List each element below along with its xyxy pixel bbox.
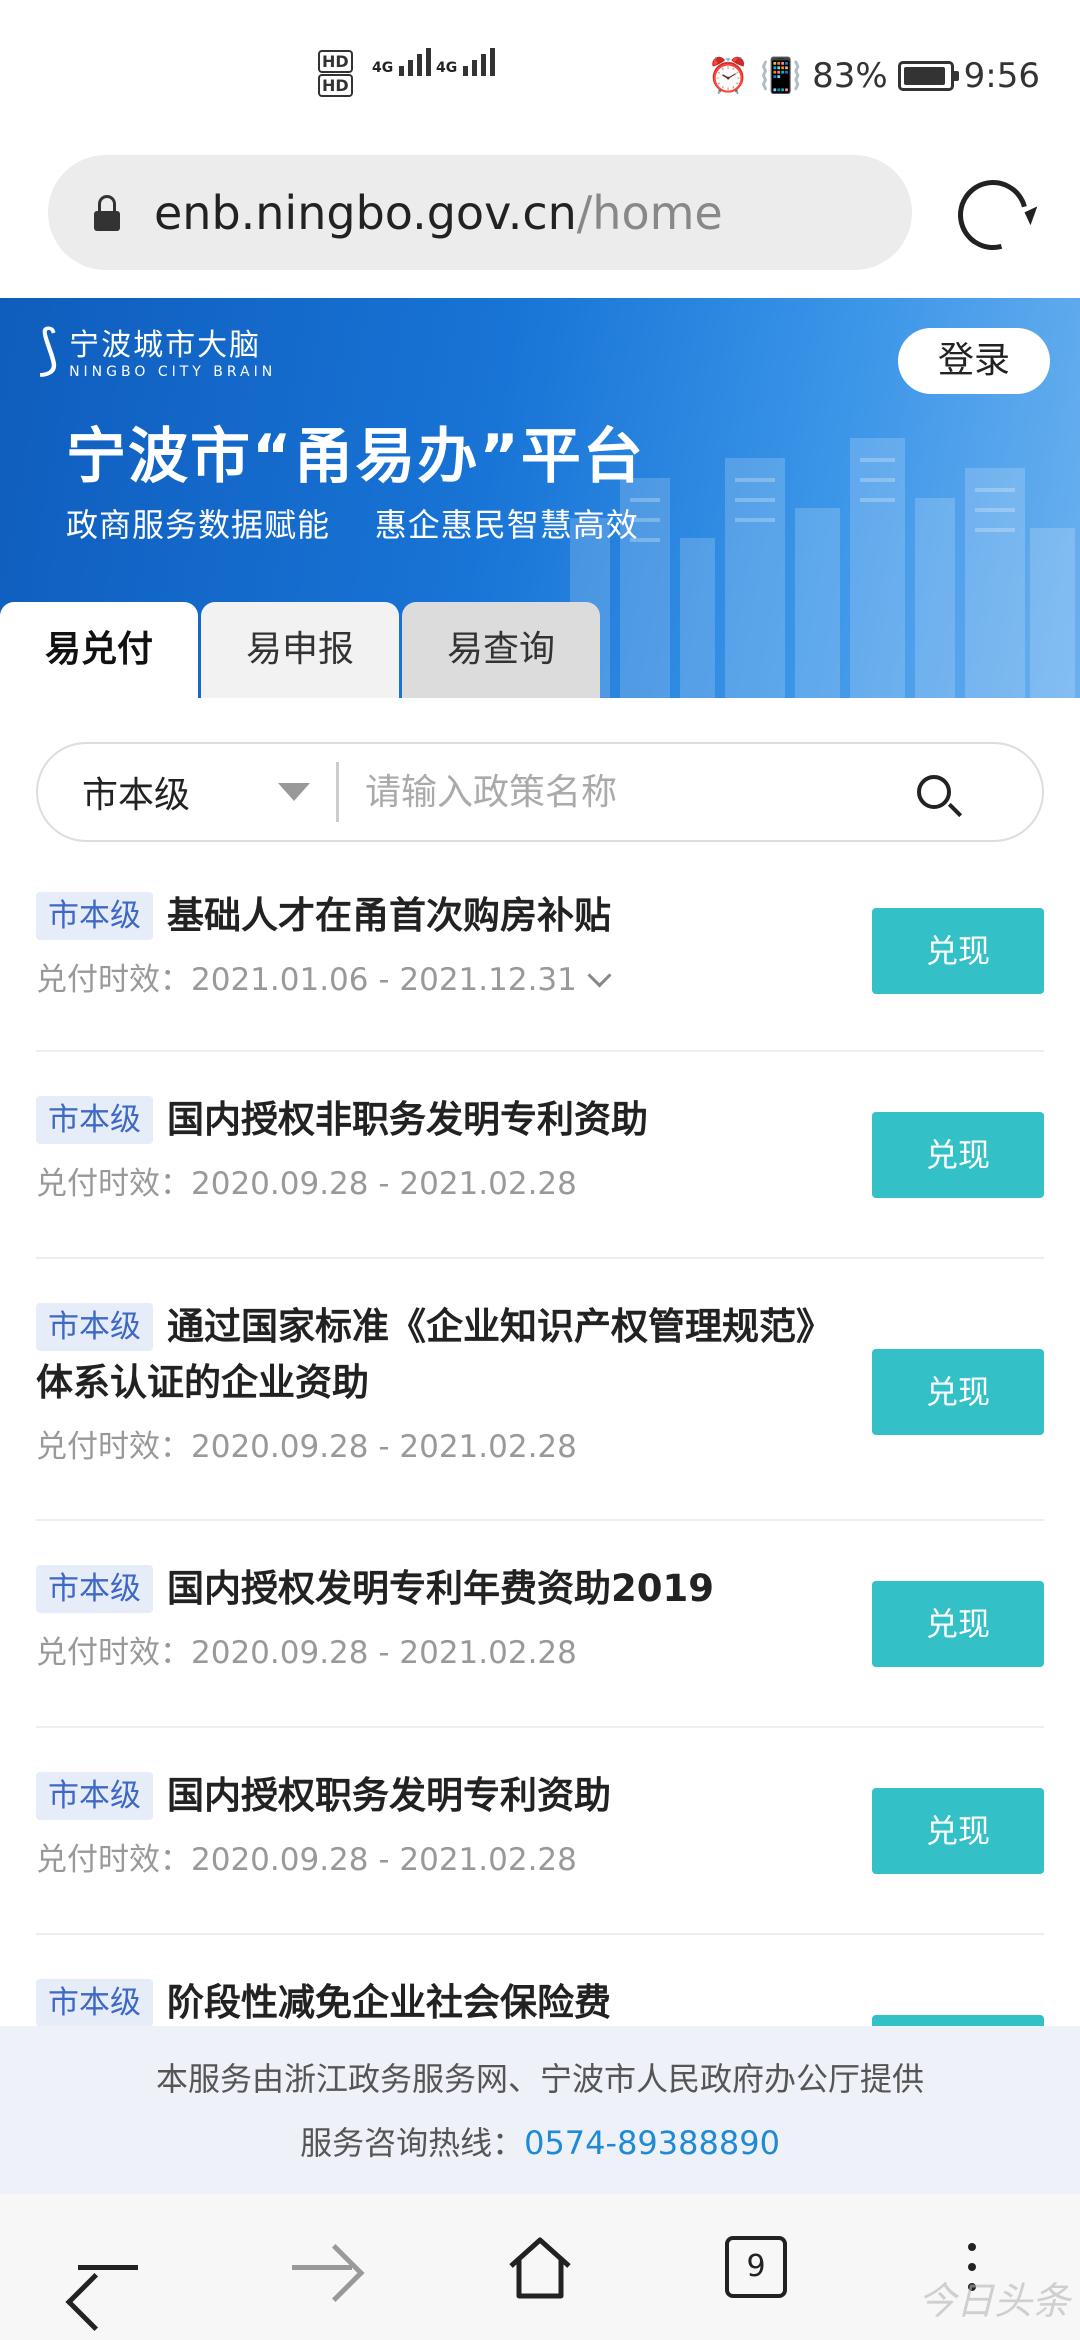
vibrate-icon: 📳 (759, 56, 803, 96)
battery-percent: 83% (812, 56, 888, 96)
list-item[interactable]: 市本级 国内授权非职务发明专利资助 兑付时效：2020.09.28 - 2021.… (36, 1052, 1044, 1259)
arrow-right-icon (292, 2264, 352, 2270)
list-item[interactable]: 市本级 通过国家标准《企业知识产权管理规范》体系认证的企业资助 兑付时效：2020… (36, 1259, 1044, 1521)
level-tag: 市本级 (36, 1565, 153, 1613)
list-item[interactable]: 市本级 国内授权发明专利年费资助2019 兑付时效：2020.09.28 - 20… (36, 1521, 1044, 1728)
search-input[interactable] (363, 770, 907, 814)
city-brain-logo-icon: ⟆ (38, 318, 60, 381)
search-icon[interactable] (917, 775, 951, 809)
arrow-left-icon (78, 2264, 138, 2270)
level-tag: 市本级 (36, 1772, 153, 1820)
login-button[interactable]: 登录 (898, 328, 1050, 394)
tabs-button[interactable]: 9 (696, 2194, 816, 2340)
redeem-button[interactable]: 兑现 (872, 1112, 1044, 1198)
clock: 9:56 (963, 56, 1040, 96)
level-tag: 市本级 (36, 892, 153, 940)
page-title: 宁波市“甬易办”平台 (66, 422, 645, 492)
divider (336, 762, 339, 822)
service-footer: 本服务由浙江政务服务网、宁波市人民政府办公厅提供 服务咨询热线：0574-893… (0, 2026, 1080, 2194)
status-bar: HD HD 4G 4G ⏰ 📳 83% 9:56 (0, 0, 1080, 150)
level-tag: 市本级 (36, 1979, 153, 2027)
signal-icon-2: 4G (436, 48, 496, 76)
signal-icon-1: 4G (372, 48, 432, 76)
redeem-button[interactable]: 兑现 (872, 908, 1044, 994)
address-bar[interactable]: enb.ningbo.gov.cn/home (48, 155, 912, 270)
policy-list: 市本级 基础人才在甬首次购房补贴 兑付时效：2021.01.06 - 2021.1… (36, 860, 1044, 2101)
tab-yishenbao[interactable]: 易申报 (201, 602, 399, 698)
page-subtitle: 政商服务数据赋能 惠企惠民智慧高效 (66, 506, 639, 544)
policy-title[interactable]: 国内授权非职务发明专利资助 (167, 1098, 648, 1141)
watermark: 今日头条 (917, 2279, 1070, 2323)
home-icon (509, 2237, 571, 2299)
policy-title[interactable]: 基础人才在甬首次购房补贴 (167, 894, 611, 937)
level-select[interactable]: 市本级 (82, 766, 282, 818)
tab-yichaxun[interactable]: 易查询 (402, 602, 600, 698)
redeem-button[interactable]: 兑现 (872, 1581, 1044, 1667)
redeem-button[interactable]: 兑现 (872, 1349, 1044, 1435)
battery-icon (897, 61, 959, 91)
list-item[interactable]: 市本级 基础人才在甬首次购房补贴 兑付时效：2021.01.06 - 2021.1… (36, 860, 1044, 1052)
list-item[interactable]: 市本级 国内授权职务发明专利资助 兑付时效：2020.09.28 - 2021.0… (36, 1728, 1044, 1935)
footer-provider-text: 本服务由浙江政务服务网、宁波市人民政府办公厅提供 (155, 2060, 924, 2098)
url-text[interactable]: enb.ningbo.gov.cn/home (154, 186, 723, 240)
level-tag: 市本级 (36, 1096, 153, 1144)
footer-hotline: 服务咨询热线：0574-89388890 (300, 2124, 780, 2162)
alarm-icon: ⏰ (707, 56, 750, 96)
back-button[interactable] (48, 2194, 168, 2340)
redeem-button[interactable]: 兑现 (872, 1788, 1044, 1874)
reload-icon[interactable] (945, 167, 1041, 263)
policy-title[interactable]: 通过国家标准《企业知识产权管理规范》体系认证的企业资助 (36, 1305, 833, 1404)
city-brain-logo: ⟆ 宁波城市大脑 NINGBO CITY BRAIN (38, 318, 277, 381)
tab-yiduifu[interactable]: 易兑付 (0, 602, 198, 698)
tab-bar: 易兑付 易申报 易查询 (0, 602, 603, 698)
chevron-down-icon[interactable] (587, 963, 612, 988)
home-button[interactable] (480, 2194, 600, 2340)
policy-search-bar: 市本级 (36, 742, 1044, 842)
level-tag: 市本级 (36, 1303, 153, 1351)
lock-icon (94, 194, 120, 231)
policy-title[interactable]: 阶段性减免企业社会保险费 (167, 1981, 611, 2024)
policy-title[interactable]: 国内授权发明专利年费资助2019 (167, 1567, 714, 1610)
hotline-number[interactable]: 0574-89388890 (524, 2124, 780, 2162)
forward-button[interactable] (262, 2194, 382, 2340)
hd-indicator: HD HD (318, 50, 353, 98)
policy-title[interactable]: 国内授权职务发明专利资助 (167, 1774, 611, 1817)
chevron-down-icon[interactable] (278, 783, 310, 801)
tab-count-icon: 9 (725, 2236, 787, 2298)
